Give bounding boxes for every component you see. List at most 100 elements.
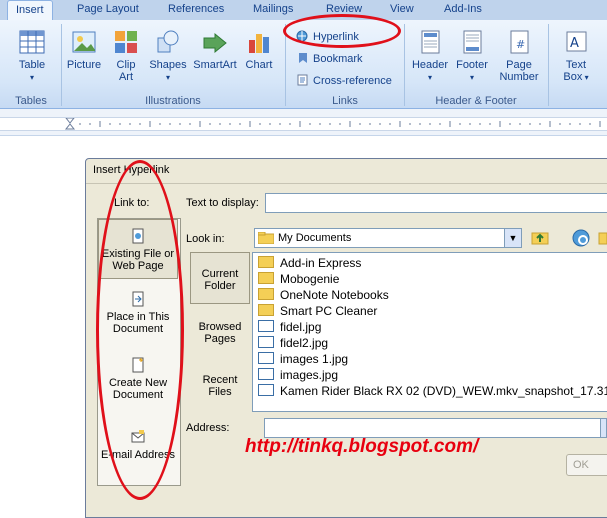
text-to-display-label: Text to display: — [186, 197, 259, 209]
file-name: Mobogenie — [280, 272, 340, 286]
cross-reference-label: Cross-reference — [313, 75, 392, 87]
browsed-pages-label-2: Pages — [204, 333, 236, 345]
image-file-icon — [258, 320, 274, 332]
page-number-button[interactable]: # Page Number — [494, 28, 544, 83]
clip-art-label-1: Clip — [116, 59, 136, 71]
list-item[interactable]: fidel.jpg — [258, 320, 321, 336]
address-dropdown-button[interactable] — [600, 418, 607, 438]
recent-files-button[interactable]: Recent Files — [190, 374, 250, 398]
footer-label: Footer — [456, 59, 488, 71]
dropdown-arrow-icon: ▾ — [469, 73, 474, 82]
tab-add-ins[interactable]: Add-Ins — [444, 3, 482, 15]
bookmark-icon — [299, 53, 307, 63]
browse-file-button[interactable] — [597, 228, 607, 248]
text-box-button[interactable]: A Text Box ▾ — [556, 28, 596, 84]
shapes-label: Shapes — [149, 59, 187, 71]
image-file-icon — [258, 336, 274, 348]
shapes-button[interactable]: Shapes ▾ — [147, 28, 189, 84]
dropdown-arrow-icon: ▾ — [427, 73, 432, 82]
browsed-pages-button[interactable]: Browsed Pages — [190, 321, 250, 345]
bookmark-button[interactable]: Bookmark — [296, 52, 363, 65]
list-item[interactable]: Kamen Rider Black RX 02 (DVD)_WEW.mkv_sn… — [258, 384, 607, 400]
dialog-title-divider — [86, 183, 607, 184]
footer-icon — [463, 30, 482, 54]
list-item[interactable]: Smart PC Cleaner — [258, 304, 377, 320]
image-file-icon — [258, 384, 274, 396]
folder-icon — [258, 288, 274, 300]
chart-icon — [249, 34, 269, 53]
folder-icon — [258, 256, 274, 268]
file-name: Kamen Rider Black RX 02 (DVD)_WEW.mkv_sn… — [280, 384, 607, 398]
clip-art-button[interactable]: Clip Art — [110, 28, 142, 83]
image-file-icon — [258, 368, 274, 380]
chevron-down-icon[interactable]: ▼ — [504, 229, 521, 247]
current-folder-label-2: Folder — [204, 280, 236, 292]
globe-icon — [572, 229, 590, 247]
smartart-button[interactable]: SmartArt — [192, 28, 238, 71]
recent-files-label-1: Recent — [202, 374, 238, 386]
folder-icon — [258, 272, 274, 284]
look-in-dropdown[interactable]: My Documents ▼ — [254, 228, 522, 248]
clip-art-icon — [115, 31, 137, 53]
file-name: fidel.jpg — [280, 320, 322, 334]
chart-label: Chart — [245, 59, 273, 71]
shapes-icon — [157, 30, 179, 53]
image-file-icon — [258, 352, 274, 364]
header-button[interactable]: Header ▾ — [409, 28, 451, 84]
svg-text:A: A — [570, 36, 579, 51]
picture-button[interactable]: Picture — [64, 28, 104, 71]
current-folder-label-1: Current — [201, 268, 239, 280]
page-number-icon: # — [510, 30, 529, 54]
chart-button[interactable]: Chart — [242, 28, 276, 71]
up-folder-icon — [531, 232, 549, 245]
group-separator — [404, 24, 405, 106]
folder-icon — [258, 232, 274, 244]
dropdown-arrow-icon: ▾ — [165, 73, 170, 82]
svg-text:#: # — [516, 38, 525, 51]
list-item[interactable]: images 1.jpg — [258, 352, 348, 368]
file-name: Add-in Express — [280, 256, 362, 270]
cross-reference-button[interactable]: Cross-reference — [296, 74, 392, 87]
list-item[interactable]: images.jpg — [258, 368, 338, 384]
page-number-label-2: Number — [499, 71, 539, 83]
picture-label: Picture — [66, 59, 102, 71]
list-item[interactable]: Mobogenie — [258, 272, 339, 288]
list-item[interactable]: Add-in Express — [258, 256, 361, 272]
address-label: Address: — [186, 422, 230, 434]
blog-url-watermark: http://tinkq.blogspot.com/ — [245, 436, 479, 457]
text-box-label-2: Box — [563, 71, 583, 83]
tab-insert[interactable]: Insert — [7, 0, 53, 20]
header-icon — [421, 30, 440, 54]
current-folder-button[interactable]: Current Folder — [190, 252, 250, 304]
tab-references[interactable]: References — [168, 3, 224, 15]
tab-mailings[interactable]: Mailings — [253, 3, 293, 15]
address-input[interactable] — [264, 418, 604, 438]
tab-page-layout[interactable]: Page Layout — [77, 3, 139, 15]
group-label-illustrations: Illustrations — [145, 95, 201, 107]
text-to-display-input[interactable] — [265, 193, 607, 213]
browse-web-button[interactable] — [570, 227, 592, 249]
horizontal-ruler[interactable] — [0, 117, 607, 131]
list-item[interactable]: OneNote Notebooks — [258, 288, 389, 304]
look-in-label: Look in: — [186, 233, 225, 245]
file-name: fidel2.jpg — [280, 336, 329, 350]
folder-icon — [258, 304, 274, 316]
cross-reference-icon — [297, 74, 308, 86]
tab-view[interactable]: View — [390, 3, 414, 15]
browsed-pages-label-1: Browsed — [198, 321, 242, 333]
file-name: OneNote Notebooks — [280, 288, 389, 302]
file-list[interactable]: Add-in Express Mobogenie OneNote Noteboo… — [252, 252, 607, 412]
smartart-label: SmartArt — [193, 59, 237, 71]
footer-button[interactable]: Footer ▾ — [452, 28, 492, 84]
group-label-links: Links — [332, 95, 358, 107]
up-one-folder-button[interactable] — [530, 228, 552, 248]
table-label: Table — [18, 59, 46, 71]
page-number-label-1: Page — [506, 59, 532, 71]
annotation-oval-link-bar — [96, 160, 184, 500]
dropdown-arrow-icon: ▾ — [29, 73, 34, 82]
file-name: images 1.jpg — [280, 352, 349, 366]
ok-button[interactable]: OK — [566, 454, 607, 476]
list-item[interactable]: fidel2.jpg — [258, 336, 328, 352]
table-button[interactable]: Table ▾ — [14, 28, 50, 84]
group-separator — [61, 24, 62, 106]
